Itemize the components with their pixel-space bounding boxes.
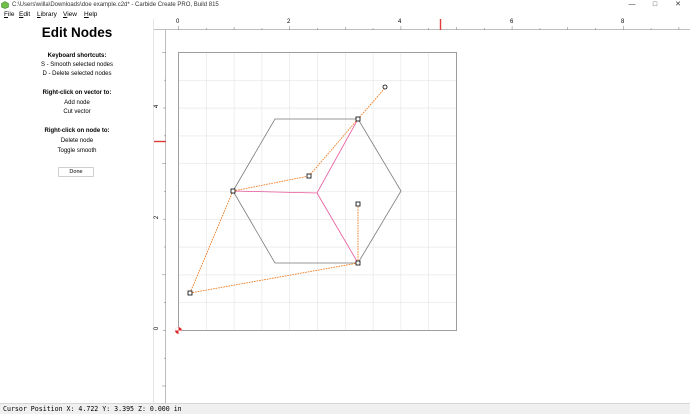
maximize-button[interactable]: □ [645,0,665,10]
hruler-label-6: 6 [510,19,514,25]
node-top-right [355,116,361,122]
menu-file[interactable]: File [4,10,15,19]
edit-nodes-panel: Edit Nodes Keyboard shortcuts: S - Smoot… [0,19,154,403]
window-title: C:\Users\willa\Downloads\doe example.c2d… [12,2,219,8]
minimize-button[interactable]: — [622,0,642,10]
menu-bar: File Edit Library View Help [0,10,690,19]
node-handle [306,173,312,179]
title-bar: C:\Users\willa\Downloads\doe example.c2d… [0,0,690,10]
design-canvas-drawing [175,52,457,334]
hruler-label-0: 0 [176,19,180,25]
vector-heading: Right-click on vector to: [42,90,112,96]
node-handle-smooth [382,84,388,90]
shortcut-delete-text: D - Delete selected nodes [42,71,112,77]
node-toggle-text: Toggle smooth [57,148,97,154]
horizontal-ruler-ticks [178,19,680,30]
origin-marker-icon [175,327,182,334]
hruler-label-8: 8 [621,19,625,25]
node-heading: Right-click on node to: [44,128,110,134]
shortcuts-heading: Keyboard shortcuts: [47,53,107,59]
vector-add-node-text: Add node [64,100,90,106]
node-handle [187,290,193,296]
vruler-label-2: 2 [154,215,161,220]
node-delete-text: Delete node [60,138,94,144]
status-bar: Cursor Position X: 4.722 Y: 3.395 Z: 0.0… [0,403,690,414]
vertical-ruler[interactable]: 4 2 0 [154,30,166,403]
done-button[interactable]: Done [58,167,94,177]
shortcut-smooth-text: S - Smooth selected nodes [40,62,114,68]
close-button[interactable]: ✕ [668,0,688,10]
vruler-label-0: 0 [154,326,161,331]
menu-edit[interactable]: Edit [19,10,30,19]
menu-library[interactable]: Library [37,10,57,19]
node-left [230,188,236,194]
node-bottom-right [355,260,361,266]
node-handle [355,201,361,207]
panel-title: Edit Nodes [41,25,113,40]
menu-view[interactable]: View [63,10,77,19]
carbide-create-app-icon [1,1,9,9]
hruler-label-4: 4 [398,19,402,25]
menu-help[interactable]: Help [84,10,97,19]
vector-cut-text: Cut vector [63,109,91,115]
vruler-label-4: 4 [154,104,161,109]
horizontal-ruler[interactable]: 0 2 4 6 8 [154,19,690,30]
hruler-label-2: 2 [287,19,291,25]
cursor-position-text: Cursor Position X: 4.722 Y: 3.395 Z: 0.0… [3,405,182,413]
design-canvas[interactable] [167,31,690,403]
